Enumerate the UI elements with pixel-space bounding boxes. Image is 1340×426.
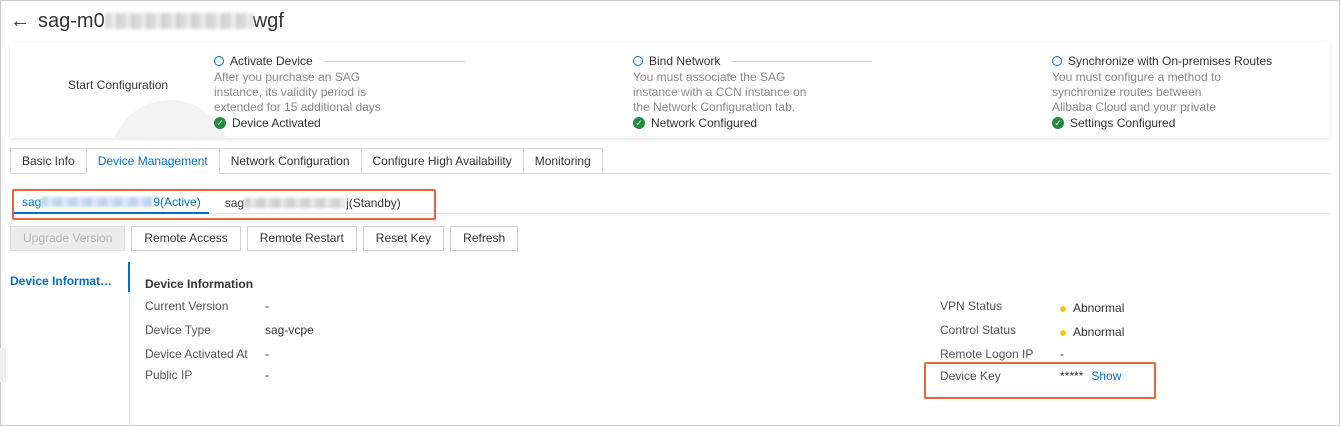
- tab-network-configuration[interactable]: Network Configuration: [218, 148, 362, 174]
- info-row-device-activated-at: Device Activated At -: [145, 347, 269, 361]
- step-bind-network: Bind Network You must associate the SAG …: [633, 54, 893, 130]
- info-value: sag-vcpe: [265, 323, 314, 337]
- remote-restart-button[interactable]: Remote Restart: [246, 226, 357, 251]
- tab-configure-high-availability[interactable]: Configure High Availability: [360, 148, 524, 174]
- check-circle-icon: ✓: [1052, 117, 1064, 129]
- info-value: -: [1060, 347, 1064, 361]
- step-circle-icon: [214, 56, 224, 66]
- step-synchronize-routes: Synchronize with On-premises Routes You …: [1052, 54, 1312, 130]
- info-key: Public IP: [145, 368, 193, 382]
- info-key: Remote Logon IP: [940, 347, 1034, 361]
- step-title: Synchronize with On-premises Routes: [1068, 54, 1273, 68]
- device-tab-active[interactable]: sag 9(Active): [14, 192, 209, 214]
- decorative-circle: [110, 100, 230, 138]
- side-item-device-information[interactable]: Device Informat…: [10, 272, 128, 292]
- side-active-indicator: [128, 262, 130, 292]
- collapse-handle[interactable]: [0, 348, 6, 382]
- info-row-current-version: Current Version -: [145, 299, 269, 313]
- step-status: Device Activated: [232, 116, 321, 130]
- redacted-blur: [41, 197, 154, 207]
- title-suffix: wgf: [252, 9, 284, 32]
- info-key: Control Status: [940, 323, 1017, 337]
- status-badge: Abnormal: [1060, 299, 1124, 315]
- tab-monitoring[interactable]: Monitoring: [522, 148, 603, 174]
- step-description: You must associate the SAG instance with…: [633, 70, 807, 114]
- page-title: sag-m0 wgf: [38, 10, 284, 33]
- step-title: Activate Device: [230, 54, 313, 68]
- action-bar: Upgrade Version Remote Access Remote Res…: [10, 226, 519, 251]
- info-key: Device Key: [940, 369, 1001, 383]
- step-description: You must configure a method to synchroni…: [1052, 70, 1221, 114]
- info-value: -: [265, 299, 269, 313]
- show-key-link[interactable]: Show: [1091, 369, 1121, 383]
- info-key: Device Activated At: [145, 347, 248, 361]
- device-tab-standby[interactable]: sag j(Standby): [217, 192, 409, 214]
- device-tabs: sag 9(Active) sag j(Standby): [14, 190, 409, 214]
- info-row-control-status: Control Status Abnormal: [940, 323, 1124, 339]
- step-circle-icon: [1052, 56, 1062, 66]
- info-key: Device Type: [145, 323, 211, 337]
- tab-device-management[interactable]: Device Management: [85, 148, 220, 174]
- info-value: -: [265, 368, 269, 382]
- step-activate-device: Activate Device After you purchase an SA…: [214, 54, 474, 130]
- device-key-masked: *****: [1060, 369, 1084, 383]
- device-tab-label: 9(Active): [153, 195, 201, 209]
- check-circle-icon: ✓: [633, 117, 645, 129]
- info-row-vpn-status: VPN Status Abnormal: [940, 299, 1124, 315]
- main-tabs: Basic Info Device Management Network Con…: [10, 148, 603, 174]
- warning-dot-icon: [1060, 305, 1066, 312]
- refresh-button[interactable]: Refresh: [450, 226, 519, 251]
- redacted-blur: [244, 198, 347, 208]
- warning-dot-icon: [1060, 329, 1066, 336]
- check-circle-icon: ✓: [214, 117, 226, 129]
- info-key: Current Version: [145, 299, 229, 313]
- redacted-blur: [104, 13, 253, 29]
- status-text: Abnormal: [1073, 301, 1125, 315]
- info-row-device-key: Device Key ***** Show: [940, 369, 1121, 383]
- step-circle-icon: [633, 56, 643, 66]
- side-navigation: Device Informat…: [10, 272, 128, 292]
- status-badge: Abnormal: [1060, 323, 1124, 339]
- side-divider: [129, 292, 130, 426]
- configuration-panel: Start Configuration Activate Device Afte…: [10, 42, 1330, 138]
- info-value: -: [265, 347, 269, 361]
- device-tab-label: j(Standby): [346, 196, 401, 210]
- upgrade-version-button[interactable]: Upgrade Version: [10, 226, 126, 251]
- step-description: After you purchase an SAG instance, its …: [214, 70, 381, 114]
- device-tab-label: sag: [224, 196, 245, 210]
- step-connector: [324, 60, 465, 62]
- start-configuration-label: Start Configuration: [68, 78, 169, 92]
- step-status: Settings Configured: [1070, 116, 1176, 130]
- step-status: Network Configured: [651, 116, 758, 130]
- back-arrow-icon[interactable]: ←: [10, 11, 30, 31]
- page-header: ← sag-m0 wgf: [10, 8, 284, 34]
- info-key: VPN Status: [940, 299, 1003, 313]
- device-tab-label: sag: [22, 195, 42, 209]
- remote-access-button[interactable]: Remote Access: [131, 226, 241, 251]
- reset-key-button[interactable]: Reset Key: [362, 226, 445, 251]
- step-title: Bind Network: [649, 54, 721, 68]
- info-row-remote-logon-ip: Remote Logon IP -: [940, 347, 1064, 361]
- title-prefix: sag-m0: [38, 9, 105, 32]
- step-connector: [732, 60, 873, 62]
- info-row-public-ip: Public IP -: [145, 368, 269, 382]
- status-text: Abnormal: [1073, 325, 1125, 339]
- section-title: Device Information: [145, 277, 254, 291]
- tab-basic-info[interactable]: Basic Info: [10, 148, 87, 174]
- info-row-device-type: Device Type sag-vcpe: [145, 323, 314, 337]
